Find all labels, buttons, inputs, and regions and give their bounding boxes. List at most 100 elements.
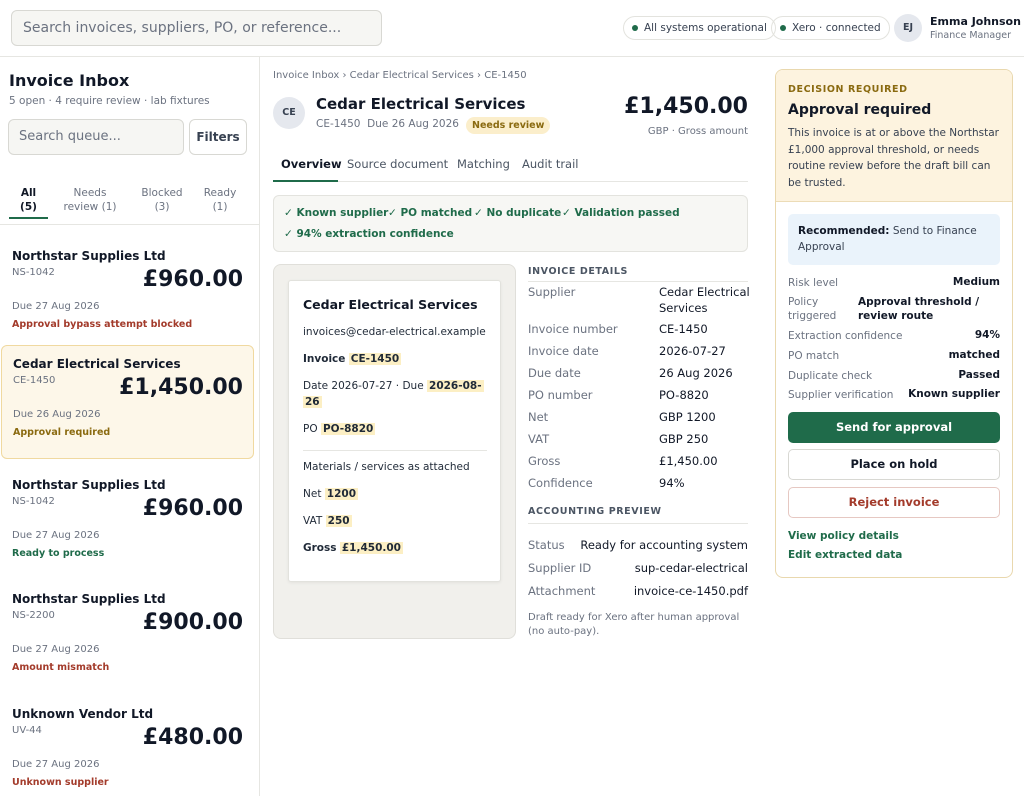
detail-label: VAT (528, 432, 550, 446)
document-gross-line: Gross £1,450.00 (303, 542, 403, 554)
item-reference: NS-2200 (12, 610, 55, 621)
item-reference: UV-44 (12, 725, 42, 736)
status-dot-icon (632, 25, 638, 31)
fact-value: Passed (958, 369, 1000, 381)
filters-button[interactable]: Filters (189, 119, 247, 155)
tab-source-document[interactable]: Source document (347, 157, 448, 171)
detail-value: Cedar Electrical (659, 285, 750, 299)
tab-audit-trail[interactable]: Audit trail (522, 157, 579, 171)
check-validation-passed: ✓ Validation passed (562, 207, 680, 219)
status-dot-icon (780, 25, 786, 31)
preview-value: Ready for accounting system (580, 538, 748, 552)
item-status: Approval required (13, 427, 111, 438)
inbox-item[interactable]: Unknown Vendor Ltd UV-44 £480.00 Due 27 … (0, 690, 259, 796)
tab-needs-review[interactable]: Needs review (1) (58, 186, 122, 214)
attachment-link[interactable]: invoice-ce-1450.pdf (634, 584, 748, 598)
item-status: Unknown supplier (12, 777, 109, 788)
tab-all[interactable]: All (5) (9, 186, 48, 214)
user-role: Finance Manager (930, 30, 1012, 41)
preview-label: Attachment (528, 584, 596, 598)
fact-label: Risk level (788, 277, 839, 289)
inbox-subtitle: 5 open · 4 require review · lab fixtures (9, 95, 210, 107)
edit-extracted-data-link[interactable]: Edit extracted data (788, 549, 902, 561)
xero-status-pill: Xero · connected (771, 16, 890, 40)
detail-value: GBP 1200 (659, 410, 716, 424)
recommendation-box: Recommended: Send to Finance Approval (788, 214, 1000, 265)
fact-value: matched (948, 349, 1000, 361)
item-reference: NS-1042 (12, 496, 55, 507)
item-supplier: Cedar Electrical Services (13, 357, 181, 371)
detail-label: Supplier (528, 285, 576, 299)
tab-all-count: (5) (20, 201, 37, 213)
user-avatar[interactable]: EJ (894, 14, 922, 42)
fact-value: Approval threshold / review route (858, 296, 980, 322)
tab-ready[interactable]: Ready (1) (198, 186, 242, 214)
invoice-meta: CE-1450 Due 26 Aug 2026 (316, 118, 459, 130)
breadcrumb[interactable]: Invoice Inbox › Cedar Electrical Service… (273, 70, 527, 81)
document-date-line-cont: 26 (303, 396, 322, 408)
detail-value: 94% (659, 476, 685, 490)
decision-description: This invoice is at or above the Northsta… (788, 127, 999, 189)
item-amount: £900.00 (142, 610, 243, 635)
divider (528, 281, 748, 282)
document-po-line: PO PO-8820 (303, 423, 376, 435)
inbox-title: Invoice Inbox (9, 71, 130, 90)
inbox-item-selected[interactable]: Cedar Electrical Services CE-1450 £1,450… (1, 345, 254, 459)
tab-all-label: All (20, 187, 37, 199)
place-on-hold-button[interactable]: Place on hold (788, 449, 1000, 480)
item-reference: NS-1042 (12, 267, 55, 278)
preview-value: sup-cedar-electrical (634, 561, 748, 575)
item-supplier: Northstar Supplies Ltd (12, 478, 166, 492)
global-search-input[interactable]: Search invoices, suppliers, PO, or refer… (11, 10, 382, 46)
item-due-date: Due 27 Aug 2026 (12, 530, 100, 541)
invoice-ref: CE-1450 (316, 118, 361, 130)
active-tab-indicator (273, 180, 338, 182)
divider (528, 523, 748, 524)
tab-overview[interactable]: Overview (281, 157, 342, 171)
fact-value: Known supplier (908, 388, 1000, 400)
status-badge: Needs review (466, 117, 551, 134)
fact-value: Medium (952, 276, 1000, 288)
detail-value: GBP 250 (659, 432, 709, 446)
detail-value-cont: Services (659, 301, 708, 315)
item-supplier: Northstar Supplies Ltd (12, 592, 166, 606)
tab-ready-label: Ready (203, 187, 237, 199)
check-no-duplicate: ✓ No duplicate (474, 207, 562, 219)
queue-search-input[interactable]: Search queue... (8, 119, 184, 155)
detail-label: Confidence (528, 476, 593, 490)
tab-needs-review-label: Needs review (1) (63, 187, 117, 213)
document-supplier: Cedar Electrical Services (303, 297, 478, 312)
invoice-details-heading: INVOICE DETAILS (528, 266, 628, 277)
fact-label: Extraction confidence (788, 330, 903, 342)
fact-label: PO match (788, 350, 840, 362)
item-due-date: Due 26 Aug 2026 (13, 409, 101, 420)
inbox-item[interactable]: Northstar Supplies Ltd NS-1042 £960.00 D… (0, 461, 259, 575)
check-po-matched: ✓ PO matched (388, 207, 473, 219)
document-net-line: Net 1200 (303, 488, 359, 500)
detail-label: Invoice date (528, 344, 599, 358)
inbox-item[interactable]: Northstar Supplies Ltd NS-2200 £900.00 D… (0, 575, 259, 689)
reject-invoice-button[interactable]: Reject invoice (788, 487, 1000, 518)
system-status-pill: All systems operational (623, 16, 776, 40)
top-bar: Search invoices, suppliers, PO, or refer… (0, 0, 1024, 57)
view-policy-link[interactable]: View policy details (788, 530, 899, 542)
document-date-line: Date 2026-07-27 · Due 2026-08- (303, 380, 484, 392)
check-extraction-confidence: ✓ 94% extraction confidence (284, 228, 454, 240)
item-due-date: Due 27 Aug 2026 (12, 301, 100, 312)
item-status: Approval bypass attempt blocked (12, 319, 193, 330)
send-for-approval-button[interactable]: Send for approval (788, 412, 1000, 443)
decision-kicker: DECISION REQUIRED (788, 84, 908, 95)
tab-blocked[interactable]: Blocked (3) (136, 186, 188, 214)
accounting-preview-heading: ACCOUNTING PREVIEW (528, 506, 662, 517)
item-supplier: Northstar Supplies Ltd (12, 249, 166, 263)
detail-value: CE-1450 (659, 322, 708, 336)
document-email: invoices@cedar-electrical.example (303, 326, 486, 338)
fact-label: Supplier verification (788, 389, 894, 401)
inbox-item[interactable]: Northstar Supplies Ltd NS-1042 £960.00 D… (0, 232, 259, 346)
preview-label: Supplier ID (528, 561, 592, 575)
tab-matching[interactable]: Matching (457, 157, 510, 171)
preview-label: Status (528, 538, 565, 552)
validation-checks: ✓ Known supplier ✓ PO matched ✓ No dupli… (273, 195, 748, 252)
tab-ready-count: (1) (212, 201, 228, 213)
item-status: Ready to process (12, 548, 105, 559)
